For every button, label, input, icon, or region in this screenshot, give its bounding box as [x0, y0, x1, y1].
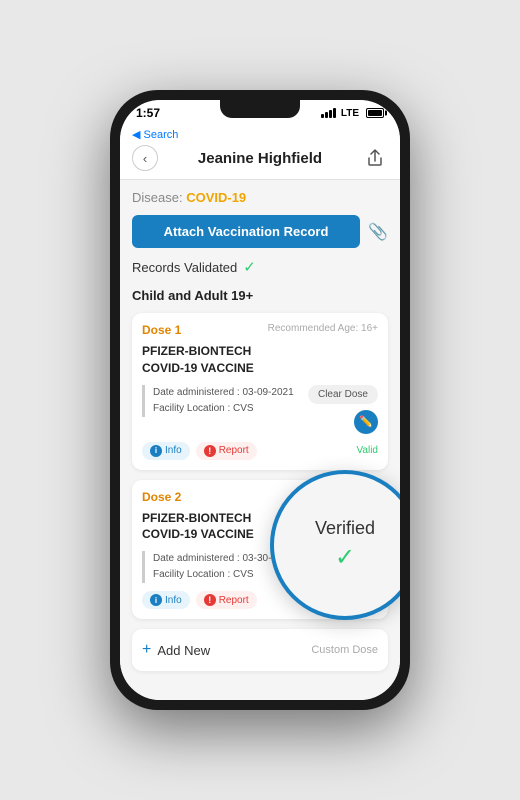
content-area: Disease: COVID-19 Attach Vaccination Rec… — [120, 180, 400, 700]
dose-1-recommended-age: Recommended Age: 16+ — [268, 323, 378, 334]
dose-2-warn-circle-icon: ! — [204, 594, 216, 606]
dose-2-title: Dose 2 — [142, 490, 181, 504]
dose-1-report-button[interactable]: ! Report — [196, 442, 257, 460]
disease-label: Disease: — [132, 190, 183, 205]
verified-text: Verified — [315, 518, 375, 539]
verified-check-icon: ✓ — [335, 543, 355, 572]
validated-label: Records Validated — [132, 260, 237, 275]
dose-1-date: Date administered : 03-09-2021 — [153, 385, 308, 401]
section-title: Child and Adult 19+ — [132, 288, 388, 303]
back-button[interactable]: ‹ — [132, 145, 158, 171]
dose-1-report-label: Report — [219, 445, 249, 456]
dose-1-facility: Facility Location : CVS — [153, 401, 308, 417]
share-button[interactable] — [362, 145, 388, 171]
validated-row: Records Validated ✓ — [132, 258, 388, 276]
dose-1-info-label: Info — [165, 445, 182, 456]
attach-vaccination-button[interactable]: Attach Vaccination Record — [132, 215, 360, 248]
dose-2-info-label: Info — [165, 595, 182, 606]
share-icon — [367, 149, 383, 167]
warn-circle-icon: ! — [204, 445, 216, 457]
nav-header: ◀ Search ‹ Jeanine Highfield — [120, 124, 400, 180]
add-new-label: Add New — [157, 643, 210, 658]
edit-dose-1-button[interactable]: ✏️ — [354, 410, 378, 434]
dose-1-header: Dose 1 Recommended Age: 16+ — [142, 323, 378, 337]
page-title: Jeanine Highfield — [198, 150, 322, 167]
nav-back[interactable]: ◀ Search — [132, 128, 388, 141]
notch — [220, 100, 300, 118]
validated-check-icon: ✓ — [243, 258, 256, 276]
dose-1-info-button[interactable]: i Info — [142, 442, 190, 460]
disease-row: Disease: COVID-19 — [132, 190, 388, 205]
dose-2-report-label: Report — [219, 595, 249, 606]
dose-2-card: Dose 2 Recom... PFIZER-BIONTECHCOVID-19 … — [132, 480, 388, 620]
dose-1-title: Dose 1 — [142, 323, 181, 337]
clear-dose-1-button[interactable]: Clear Dose — [308, 385, 378, 404]
add-new-left: + Add New — [142, 641, 210, 659]
status-time: 1:57 — [136, 106, 160, 120]
dose-1-actions: i Info ! Report Valid — [142, 442, 378, 460]
dose-1-vaccine-name: PFIZER-BIONTECHCOVID-19 VACCINE — [142, 343, 378, 377]
paperclip-icon[interactable]: 📎 — [368, 222, 388, 242]
plus-icon: + — [142, 641, 151, 659]
nav-title-row: ‹ Jeanine Highfield — [132, 145, 388, 171]
signal-bars-icon — [321, 108, 336, 118]
dose-1-card: Dose 1 Recommended Age: 16+ PFIZER-BIONT… — [132, 313, 388, 470]
lte-icon: LTE — [341, 108, 359, 119]
battery-icon — [366, 108, 384, 118]
custom-dose-label: Custom Dose — [311, 644, 378, 656]
add-new-row[interactable]: + Add New Custom Dose — [132, 629, 388, 671]
dose-2-info-circle-icon: i — [150, 594, 162, 606]
info-circle-icon: i — [150, 445, 162, 457]
attach-row: Attach Vaccination Record 📎 — [132, 215, 388, 248]
phone-screen: 1:57 LTE ◀ Search ‹ Jeanine Highfield — [120, 100, 400, 700]
dose-2-info-button[interactable]: i Info — [142, 591, 190, 609]
status-icons: LTE — [321, 108, 384, 119]
phone-shell: 1:57 LTE ◀ Search ‹ Jeanine Highfield — [110, 90, 410, 710]
dose-1-valid-badge: Valid — [357, 445, 379, 456]
dose-1-details: Date administered : 03-09-2021 Facility … — [142, 385, 308, 417]
dose-1-info-row: Date administered : 03-09-2021 Facility … — [142, 385, 378, 434]
dose-2-report-button[interactable]: ! Report — [196, 591, 257, 609]
disease-value: COVID-19 — [186, 190, 246, 205]
